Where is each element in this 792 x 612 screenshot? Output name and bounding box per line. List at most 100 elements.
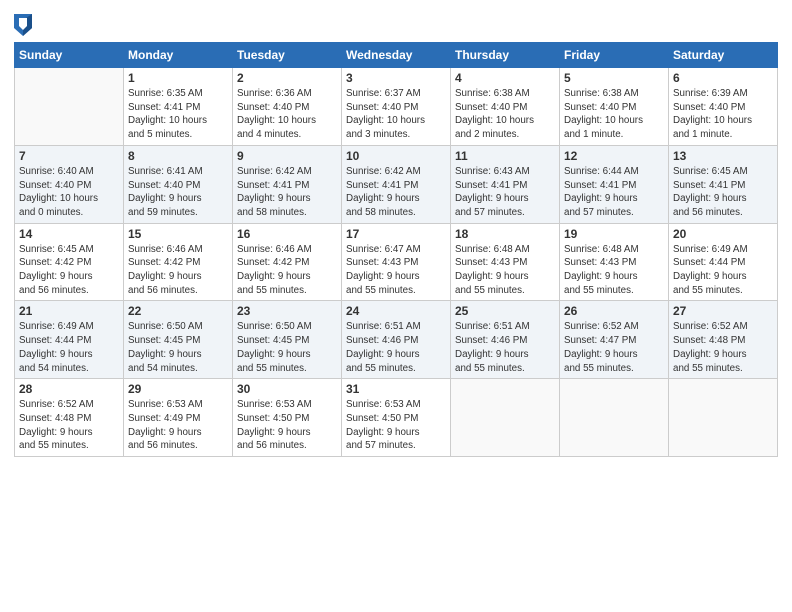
calendar-cell: 14 Sunrise: 6:45 AMSunset: 4:42 PMDayligh… (15, 223, 124, 301)
day-number: 25 (455, 304, 555, 318)
day-info: Sunrise: 6:53 AMSunset: 4:49 PMDaylight:… (128, 398, 228, 453)
header (14, 10, 778, 36)
calendar-cell: 21 Sunrise: 6:49 AMSunset: 4:44 PMDayligh… (15, 301, 124, 379)
calendar-cell: 13 Sunrise: 6:45 AMSunset: 4:41 PMDayligh… (669, 145, 778, 223)
day-number: 6 (673, 71, 773, 85)
day-info: Sunrise: 6:39 AMSunset: 4:40 PMDaylight:… (673, 87, 773, 142)
calendar-cell: 18Sunrise: 6:48 AMSunset: 4:43 PMDayligh… (451, 223, 560, 301)
day-number: 30 (237, 382, 337, 396)
day-info: Sunrise: 6:41 AMSunset: 4:40 PMDaylight:… (128, 165, 228, 220)
day-info: Sunrise: 6:50 AMSunset: 4:45 PMDaylight:… (237, 320, 337, 375)
calendar-cell: 31 Sunrise: 6:53 AMSunset: 4:50 PMDayligh… (342, 379, 451, 457)
day-number: 8 (128, 149, 228, 163)
calendar-week-3: 21 Sunrise: 6:49 AMSunset: 4:44 PMDayligh… (15, 301, 778, 379)
calendar-cell: 12 Sunrise: 6:44 AMSunset: 4:41 PMDayligh… (560, 145, 669, 223)
logo (14, 14, 34, 36)
calendar-cell: 17Sunrise: 6:47 AMSunset: 4:43 PMDayligh… (342, 223, 451, 301)
day-info: Sunrise: 6:53 AMSunset: 4:50 PMDaylight:… (237, 398, 337, 453)
day-info: Sunrise: 6:44 AMSunset: 4:41 PMDaylight:… (564, 165, 664, 220)
day-info: Sunrise: 6:53 AMSunset: 4:50 PMDaylight:… (346, 398, 446, 453)
day-info: Sunrise: 6:42 AMSunset: 4:41 PMDaylight:… (237, 165, 337, 220)
calendar-cell: 29 Sunrise: 6:53 AMSunset: 4:49 PMDayligh… (124, 379, 233, 457)
calendar-cell (15, 68, 124, 146)
day-info: Sunrise: 6:36 AMSunset: 4:40 PMDaylight:… (237, 87, 337, 142)
calendar-cell: 3Sunrise: 6:37 AMSunset: 4:40 PMDaylight… (342, 68, 451, 146)
day-number: 13 (673, 149, 773, 163)
calendar-cell: 8 Sunrise: 6:41 AMSunset: 4:40 PMDaylight… (124, 145, 233, 223)
day-number: 21 (19, 304, 119, 318)
day-number: 10 (346, 149, 446, 163)
day-info: Sunrise: 6:52 AMSunset: 4:47 PMDaylight:… (564, 320, 664, 375)
calendar-cell (560, 379, 669, 457)
day-number: 28 (19, 382, 119, 396)
logo-icon (14, 14, 32, 36)
day-info: Sunrise: 6:48 AMSunset: 4:43 PMDaylight:… (564, 243, 664, 298)
day-number: 3 (346, 71, 446, 85)
day-info: Sunrise: 6:49 AMSunset: 4:44 PMDaylight:… (19, 320, 119, 375)
day-info: Sunrise: 6:43 AMSunset: 4:41 PMDaylight:… (455, 165, 555, 220)
calendar-cell: 28 Sunrise: 6:52 AMSunset: 4:48 PMDayligh… (15, 379, 124, 457)
day-info: Sunrise: 6:45 AMSunset: 4:42 PMDaylight:… (19, 243, 119, 298)
day-number: 17 (346, 227, 446, 241)
calendar-cell: 1 Sunrise: 6:35 AMSunset: 4:41 PMDaylight… (124, 68, 233, 146)
day-info: Sunrise: 6:38 AMSunset: 4:40 PMDaylight:… (455, 87, 555, 142)
day-info: Sunrise: 6:52 AMSunset: 4:48 PMDaylight:… (19, 398, 119, 453)
calendar-header-monday: Monday (124, 43, 233, 68)
calendar-cell: 10Sunrise: 6:42 AMSunset: 4:41 PMDayligh… (342, 145, 451, 223)
calendar-week-2: 14 Sunrise: 6:45 AMSunset: 4:42 PMDayligh… (15, 223, 778, 301)
day-number: 7 (19, 149, 119, 163)
day-number: 23 (237, 304, 337, 318)
calendar-header-wednesday: Wednesday (342, 43, 451, 68)
calendar-cell: 15Sunrise: 6:46 AMSunset: 4:42 PMDayligh… (124, 223, 233, 301)
day-number: 31 (346, 382, 446, 396)
calendar-cell: 23 Sunrise: 6:50 AMSunset: 4:45 PMDayligh… (233, 301, 342, 379)
day-info: Sunrise: 6:45 AMSunset: 4:41 PMDaylight:… (673, 165, 773, 220)
calendar-cell: 16 Sunrise: 6:46 AMSunset: 4:42 PMDayligh… (233, 223, 342, 301)
calendar-cell: 20Sunrise: 6:49 AMSunset: 4:44 PMDayligh… (669, 223, 778, 301)
calendar-cell: 25 Sunrise: 6:51 AMSunset: 4:46 PMDayligh… (451, 301, 560, 379)
day-info: Sunrise: 6:50 AMSunset: 4:45 PMDaylight:… (128, 320, 228, 375)
day-number: 29 (128, 382, 228, 396)
calendar-week-4: 28 Sunrise: 6:52 AMSunset: 4:48 PMDayligh… (15, 379, 778, 457)
day-number: 15 (128, 227, 228, 241)
day-info: Sunrise: 6:46 AMSunset: 4:42 PMDaylight:… (237, 243, 337, 298)
calendar-week-0: 1 Sunrise: 6:35 AMSunset: 4:41 PMDaylight… (15, 68, 778, 146)
day-info: Sunrise: 6:38 AMSunset: 4:40 PMDaylight:… (564, 87, 664, 142)
day-number: 11 (455, 149, 555, 163)
calendar-cell: 27Sunrise: 6:52 AMSunset: 4:48 PMDayligh… (669, 301, 778, 379)
day-number: 18 (455, 227, 555, 241)
calendar-cell: 2 Sunrise: 6:36 AMSunset: 4:40 PMDaylight… (233, 68, 342, 146)
calendar-header-sunday: Sunday (15, 43, 124, 68)
day-info: Sunrise: 6:35 AMSunset: 4:41 PMDaylight:… (128, 87, 228, 142)
page: SundayMondayTuesdayWednesdayThursdayFrid… (0, 0, 792, 612)
day-number: 16 (237, 227, 337, 241)
calendar-table: SundayMondayTuesdayWednesdayThursdayFrid… (14, 42, 778, 457)
day-number: 12 (564, 149, 664, 163)
calendar-cell: 9Sunrise: 6:42 AMSunset: 4:41 PMDaylight… (233, 145, 342, 223)
day-number: 4 (455, 71, 555, 85)
day-number: 20 (673, 227, 773, 241)
calendar-cell: 5 Sunrise: 6:38 AMSunset: 4:40 PMDaylight… (560, 68, 669, 146)
calendar-cell: 4 Sunrise: 6:38 AMSunset: 4:40 PMDaylight… (451, 68, 560, 146)
calendar-cell: 6 Sunrise: 6:39 AMSunset: 4:40 PMDaylight… (669, 68, 778, 146)
day-number: 24 (346, 304, 446, 318)
calendar-cell: 22 Sunrise: 6:50 AMSunset: 4:45 PMDayligh… (124, 301, 233, 379)
calendar-cell: 19 Sunrise: 6:48 AMSunset: 4:43 PMDayligh… (560, 223, 669, 301)
day-number: 1 (128, 71, 228, 85)
day-number: 14 (19, 227, 119, 241)
calendar-cell: 30 Sunrise: 6:53 AMSunset: 4:50 PMDayligh… (233, 379, 342, 457)
day-info: Sunrise: 6:40 AMSunset: 4:40 PMDaylight:… (19, 165, 119, 220)
day-info: Sunrise: 6:51 AMSunset: 4:46 PMDaylight:… (455, 320, 555, 375)
calendar-week-1: 7 Sunrise: 6:40 AMSunset: 4:40 PMDaylight… (15, 145, 778, 223)
day-number: 19 (564, 227, 664, 241)
day-info: Sunrise: 6:52 AMSunset: 4:48 PMDaylight:… (673, 320, 773, 375)
day-info: Sunrise: 6:51 AMSunset: 4:46 PMDaylight:… (346, 320, 446, 375)
calendar-header-row: SundayMondayTuesdayWednesdayThursdayFrid… (15, 43, 778, 68)
calendar-header-friday: Friday (560, 43, 669, 68)
calendar-header-tuesday: Tuesday (233, 43, 342, 68)
day-number: 2 (237, 71, 337, 85)
day-number: 22 (128, 304, 228, 318)
day-number: 5 (564, 71, 664, 85)
calendar-header-thursday: Thursday (451, 43, 560, 68)
calendar-header-saturday: Saturday (669, 43, 778, 68)
